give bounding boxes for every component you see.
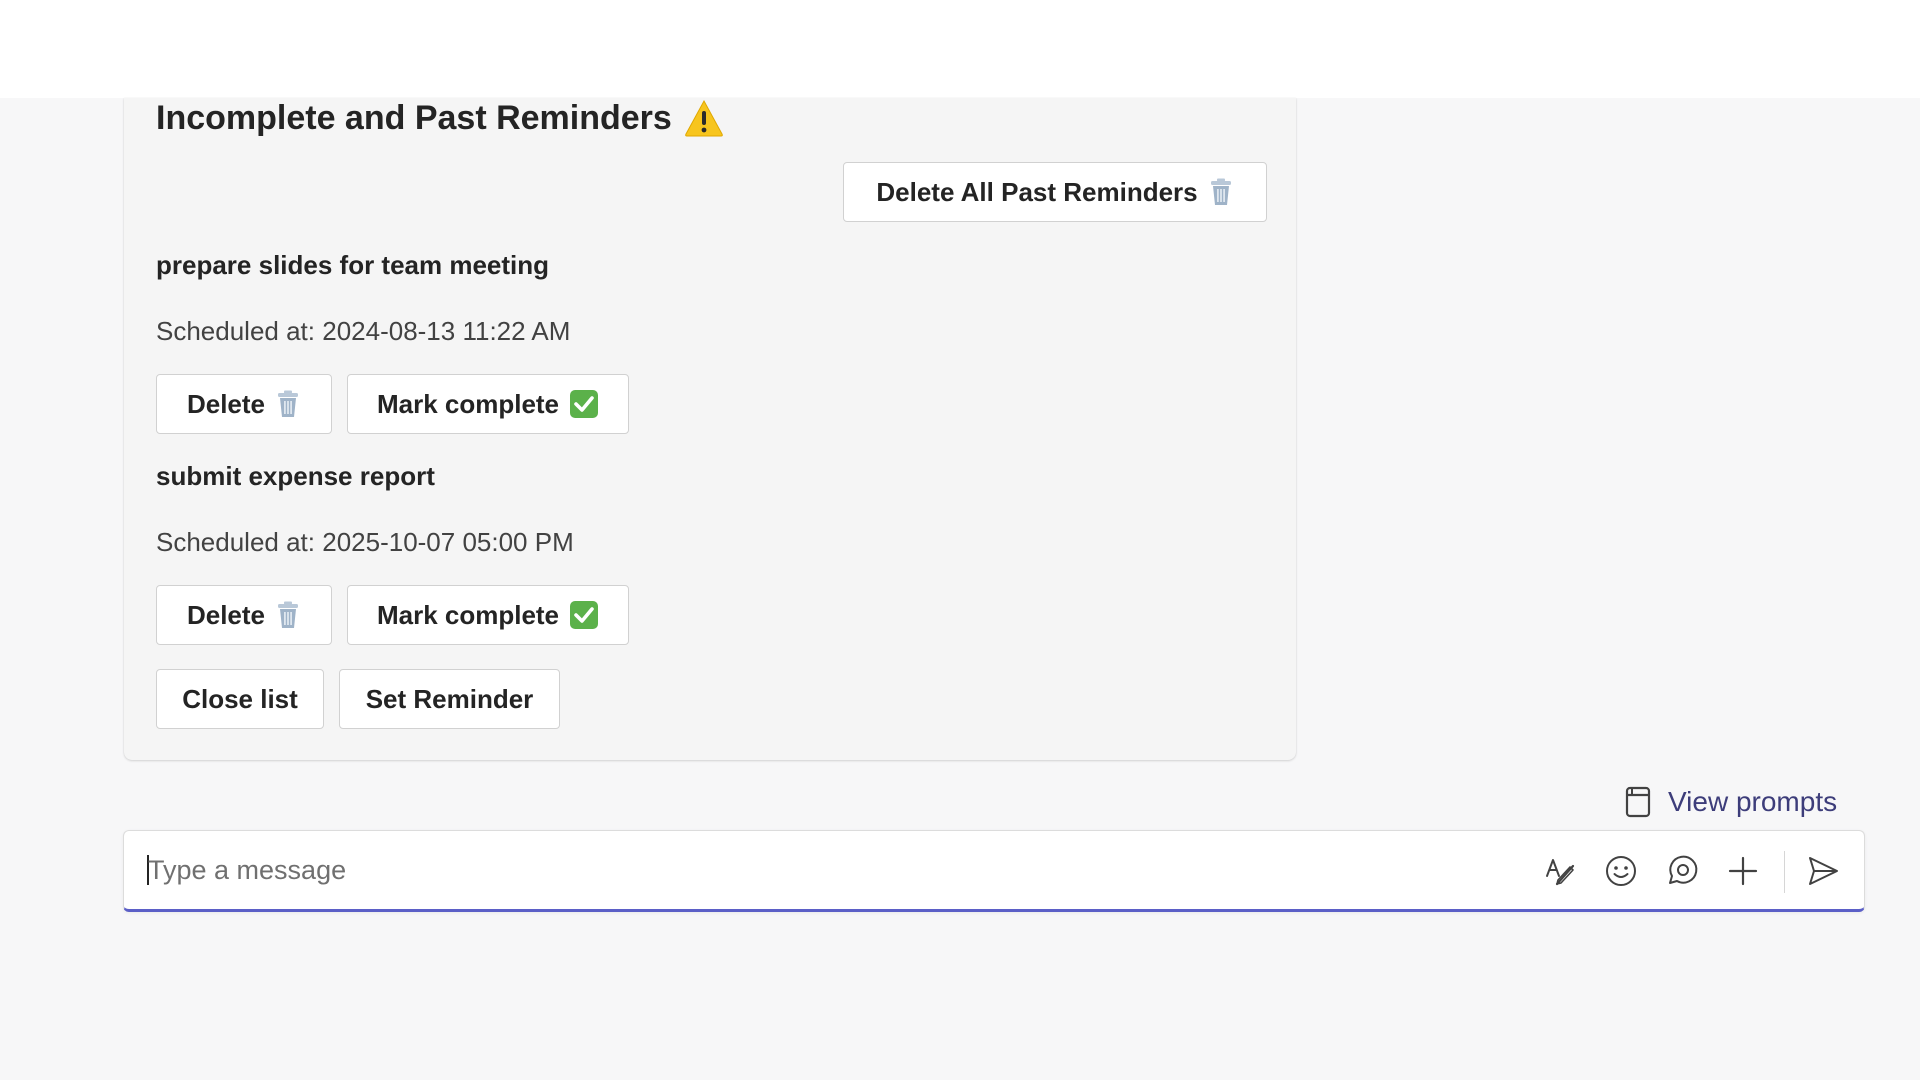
card-title-text: Incomplete and Past Reminders [156,99,672,137]
delete-reminder-button[interactable]: Delete [156,374,332,434]
loop-button[interactable] [1662,851,1702,891]
format-button[interactable] [1540,851,1580,891]
loop-icon [1669,855,1698,884]
plus-icon [1728,856,1758,886]
check-box-icon [570,390,599,418]
close-list-label: Close list [182,683,298,714]
view-prompts-label: View prompts [1668,786,1838,817]
delete-label: Delete [186,388,266,419]
check-box-icon [570,601,599,629]
send-button[interactable] [1803,851,1843,891]
close-list-button[interactable]: Close list [156,669,324,729]
set-reminder-button[interactable]: Set Reminder [339,669,560,729]
reminder-scheduled-time: Scheduled at: 2024-08-13 11:22 AM [156,316,571,346]
delete-label: Delete [186,599,266,630]
delete-all-past-reminders-button[interactable]: Delete All Past Reminders [843,162,1267,222]
view-prompts-link[interactable]: View prompts [1624,780,1837,824]
reminder-title: prepare slides for team meeting [156,250,550,280]
send-icon [1809,857,1838,885]
card-title: Incomplete and Past Reminders [156,98,724,138]
notebook-icon [1625,786,1651,818]
trash-icon [278,601,299,628]
trash-icon [1210,178,1231,205]
top-band [0,0,1920,98]
message-composer [123,830,1865,912]
mark-complete-label: Mark complete [376,388,560,419]
delete-reminder-button[interactable]: Delete [156,585,332,645]
emoji-icon [1606,856,1636,886]
set-reminder-label: Set Reminder [365,683,534,714]
mark-complete-button[interactable]: Mark complete [347,374,629,434]
trash-icon [278,390,299,417]
toolbar-divider [1784,851,1785,893]
reminders-card: Incomplete and Past Reminders Delete All… [124,98,1296,760]
format-icon [1546,859,1575,886]
add-button[interactable] [1723,851,1763,891]
message-input[interactable] [148,845,1428,895]
mark-complete-button[interactable]: Mark complete [347,585,629,645]
reminder-title: submit expense report [156,461,435,491]
emoji-button[interactable] [1601,851,1641,891]
mark-complete-label: Mark complete [376,599,560,630]
reminder-scheduled-time: Scheduled at: 2025-10-07 05:00 PM [156,527,574,557]
warning-icon [684,99,723,137]
delete-all-label: Delete All Past Reminders [876,176,1198,207]
